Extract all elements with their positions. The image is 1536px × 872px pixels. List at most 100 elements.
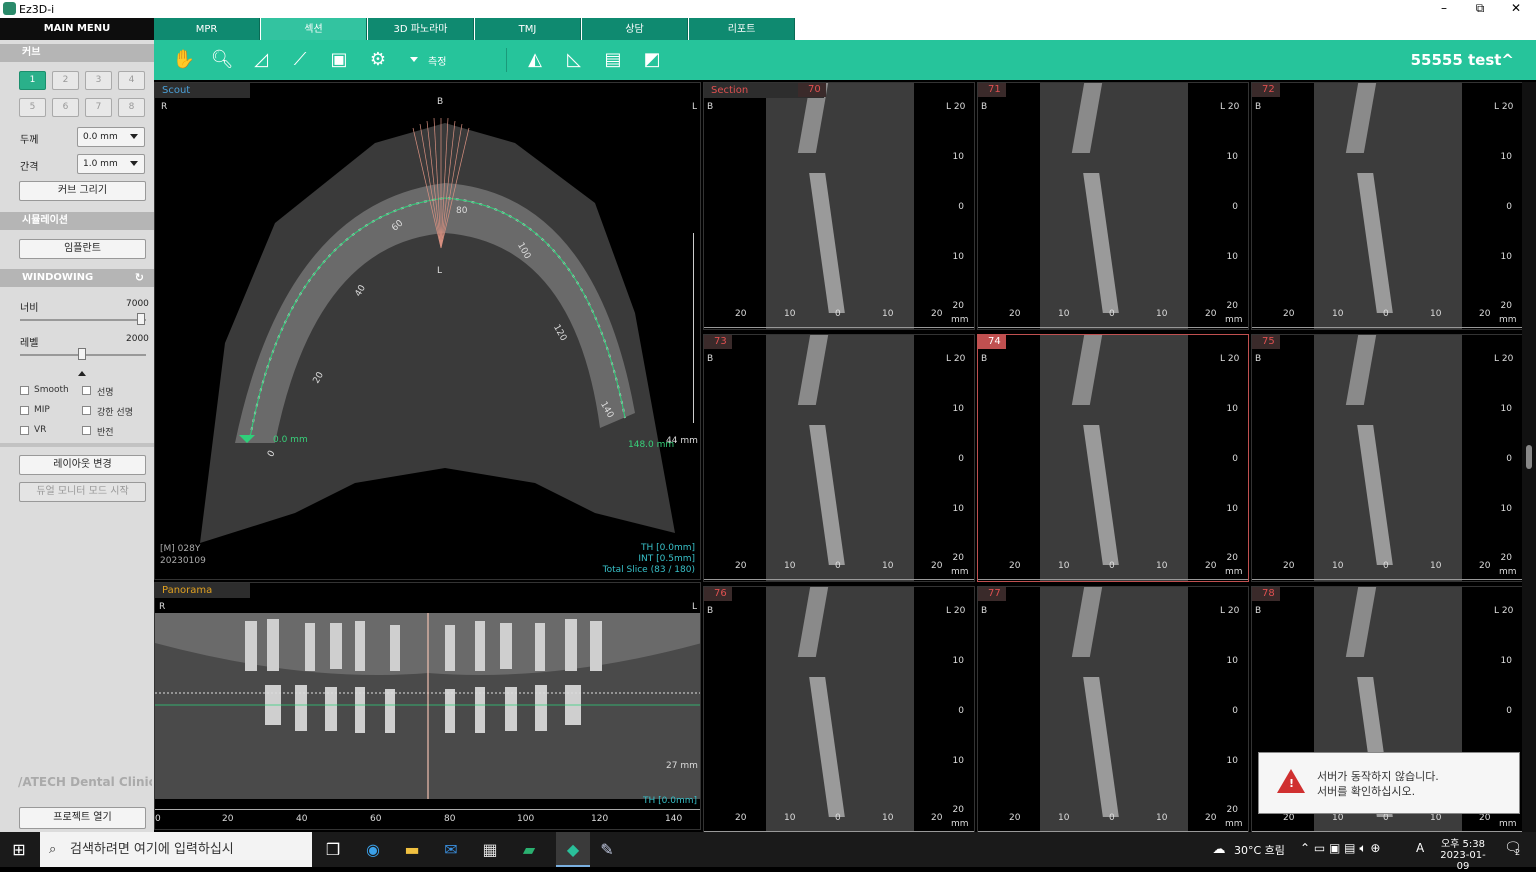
clock-time[interactable]: 오후 5:38 — [1436, 835, 1490, 850]
smooth-checkbox[interactable] — [20, 386, 29, 395]
taskbar-search[interactable]: ⌕ 검색하려면 여기에 입력하십시 — [40, 832, 312, 867]
edge-browser-icon[interactable]: ◉ — [362, 840, 384, 860]
refresh-icon[interactable]: ↻ — [135, 269, 144, 287]
section-view-75[interactable]: 75 B L 20 10 0 10 20 20 10 0 10 20 mm — [1251, 334, 1523, 582]
section-unit: mm — [1499, 819, 1517, 829]
camera-icon[interactable]: ▣ — [326, 48, 352, 72]
tab-consult[interactable]: 상담 — [582, 18, 688, 40]
ruler-tick-20: 20 — [222, 814, 234, 824]
width-slider-thumb[interactable] — [137, 313, 145, 325]
curve-button-1[interactable]: 1 — [19, 71, 46, 90]
sharpen-checkbox[interactable] — [82, 386, 91, 395]
section-view-70[interactable]: Section 70 B L 20 10 0 10 20 20 10 0 10 20 mm — [703, 82, 975, 330]
windows-start-icon[interactable]: ⊞ — [8, 840, 30, 860]
draw-curve-button[interactable]: 커브 그리기 — [19, 181, 146, 201]
vertical-scrollbar[interactable] — [1522, 82, 1536, 832]
collapse-arrow-icon[interactable] — [78, 371, 86, 376]
profile-icon[interactable]: ▤ — [600, 48, 626, 72]
section-view-76[interactable]: 76 B L 20 10 0 10 20 20 10 0 10 20 mm — [703, 586, 975, 834]
app-green-icon[interactable]: ▰ — [518, 840, 540, 860]
polyline-icon[interactable]: ⟋ — [287, 48, 313, 72]
mail-icon[interactable]: ✉ — [440, 840, 462, 860]
section-x-tick: 20 — [1479, 309, 1491, 319]
store-icon[interactable]: ▦ — [479, 840, 501, 860]
curve-button-6[interactable]: 6 — [52, 98, 79, 117]
section-view-77[interactable]: 77 B L 20 10 0 10 20 20 10 0 10 20 mm — [977, 586, 1249, 834]
tab-section[interactable]: 섹션 — [261, 18, 367, 40]
scrollbar-thumb[interactable] — [1526, 445, 1532, 469]
ez3d-taskbar-button[interactable]: ◆ — [556, 832, 590, 867]
file-explorer-icon[interactable]: ▬ — [401, 840, 423, 860]
panorama-scale-label: 27 mm — [666, 761, 698, 771]
section-view-74[interactable]: 74 B L 20 10 0 10 20 20 10 0 10 20 mm — [977, 334, 1249, 582]
close-button[interactable]: ✕ — [1498, 1, 1534, 17]
simulation-section-header: 시뮬레이션 — [0, 212, 154, 230]
zoom-icon[interactable]: 🔍︎ — [209, 48, 235, 72]
curve-button-4[interactable]: 4 — [118, 71, 145, 90]
curve-button-5[interactable]: 5 — [19, 98, 46, 117]
section-y-tick: 20 — [1500, 553, 1512, 563]
section-view-73[interactable]: 73 B L 20 10 0 10 20 20 10 0 10 20 mm — [703, 334, 975, 582]
angle-icon[interactable]: ◿ — [248, 48, 274, 72]
measure-label[interactable]: 측정 — [428, 53, 446, 68]
scout-viewport[interactable]: Scout R L B L 0.0 mm 148.0 mm 44 mm 0 20… — [154, 82, 701, 580]
curve-button-2[interactable]: 2 — [52, 71, 79, 90]
triangle-measure-icon[interactable]: ◺ — [561, 48, 587, 72]
ime-indicator[interactable]: A — [1416, 841, 1424, 855]
server-error-notification[interactable]: ! 서버가 동작하지 않습니다. 서버를 확인하십시오. — [1258, 752, 1520, 814]
open-project-button[interactable]: 프로젝트 열기 — [19, 807, 146, 829]
tab-tmj[interactable]: TMJ — [475, 18, 581, 40]
vr-checkbox[interactable] — [20, 426, 29, 435]
section-y-tick: 10 — [1226, 656, 1238, 666]
mip-checkbox[interactable] — [20, 406, 29, 415]
strong-sharpen-checkbox[interactable] — [82, 406, 91, 415]
pan-hand-icon[interactable]: ✋ — [171, 48, 197, 72]
curve-button-7[interactable]: 7 — [85, 98, 112, 117]
section-x-tick: 10 — [1156, 561, 1168, 571]
section-view-72[interactable]: 72 B L 20 10 0 10 20 20 10 0 10 20 mm — [1251, 82, 1523, 330]
section-y-tick: 10 — [1500, 656, 1512, 666]
section-view-71[interactable]: 71 B L 20 10 0 10 20 20 10 0 10 20 mm — [977, 82, 1249, 330]
section-x-tick: 10 — [1332, 813, 1344, 823]
curve-button-8[interactable]: 8 — [118, 98, 145, 117]
measure-dropdown-icon[interactable] — [410, 57, 418, 62]
ruler-angle-icon[interactable]: ◭ — [522, 48, 548, 72]
section-l20-marker: L 20 — [946, 606, 966, 616]
invert-checkbox[interactable] — [82, 426, 91, 435]
section-y-tick: 10 — [952, 656, 964, 666]
tab-mpr[interactable]: MPR — [154, 18, 260, 40]
panorama-left-marker: L — [692, 602, 698, 612]
tab-3d-panorama[interactable]: 3D 파노라마 — [368, 18, 474, 40]
panorama-viewport[interactable]: Panorama R L 27 mm TH [0.0mm] 0 20 40 60… — [154, 582, 701, 830]
weather-icon[interactable]: ☁ — [1208, 840, 1230, 860]
thickness-select[interactable]: 0.0 mm — [77, 127, 145, 147]
tray-icons[interactable]: ⌃ ▭ ▣ ▤ 🔈︎ ⊕ — [1300, 841, 1380, 856]
mip-label: MIP — [34, 405, 50, 415]
implant-button[interactable]: 임플란트 — [19, 239, 146, 259]
section-number: 70 — [798, 83, 826, 97]
tab-report[interactable]: 리포트 — [689, 18, 795, 40]
section-number: 74 — [978, 335, 1006, 349]
width-slider-track[interactable] — [20, 319, 146, 321]
divider — [0, 443, 154, 447]
section-x-tick: 0 — [1109, 309, 1115, 319]
section-ruler — [978, 327, 1248, 328]
resize-icon[interactable]: ◩ — [639, 48, 665, 72]
paint-icon[interactable]: ✎ — [596, 840, 618, 860]
restore-button[interactable]: ⧉ — [1462, 1, 1498, 17]
dual-monitor-button[interactable]: 듀얼 모니터 모드 시작 — [19, 482, 146, 502]
interval-select[interactable]: 1.0 mm — [77, 154, 145, 174]
level-slider-thumb[interactable] — [78, 348, 86, 360]
curve-button-3[interactable]: 3 — [85, 71, 112, 90]
task-view-icon[interactable]: ❒ — [322, 840, 344, 860]
minimize-button[interactable]: – — [1426, 1, 1462, 17]
weather-text[interactable]: 30°C 흐림 — [1234, 842, 1285, 858]
clock-date[interactable]: 2023-01-09 — [1434, 850, 1492, 872]
windowing-section-header: WINDOWING ↻ — [0, 269, 154, 287]
section-unit: mm — [951, 819, 969, 829]
section-x-tick: 10 — [882, 561, 894, 571]
layout-change-button[interactable]: 레이아웃 변경 — [19, 455, 146, 475]
nerve-tool-icon[interactable]: ⚙ — [365, 48, 391, 72]
section-l20-marker: L 20 — [1494, 354, 1514, 364]
level-label: 레벨 — [20, 338, 39, 349]
